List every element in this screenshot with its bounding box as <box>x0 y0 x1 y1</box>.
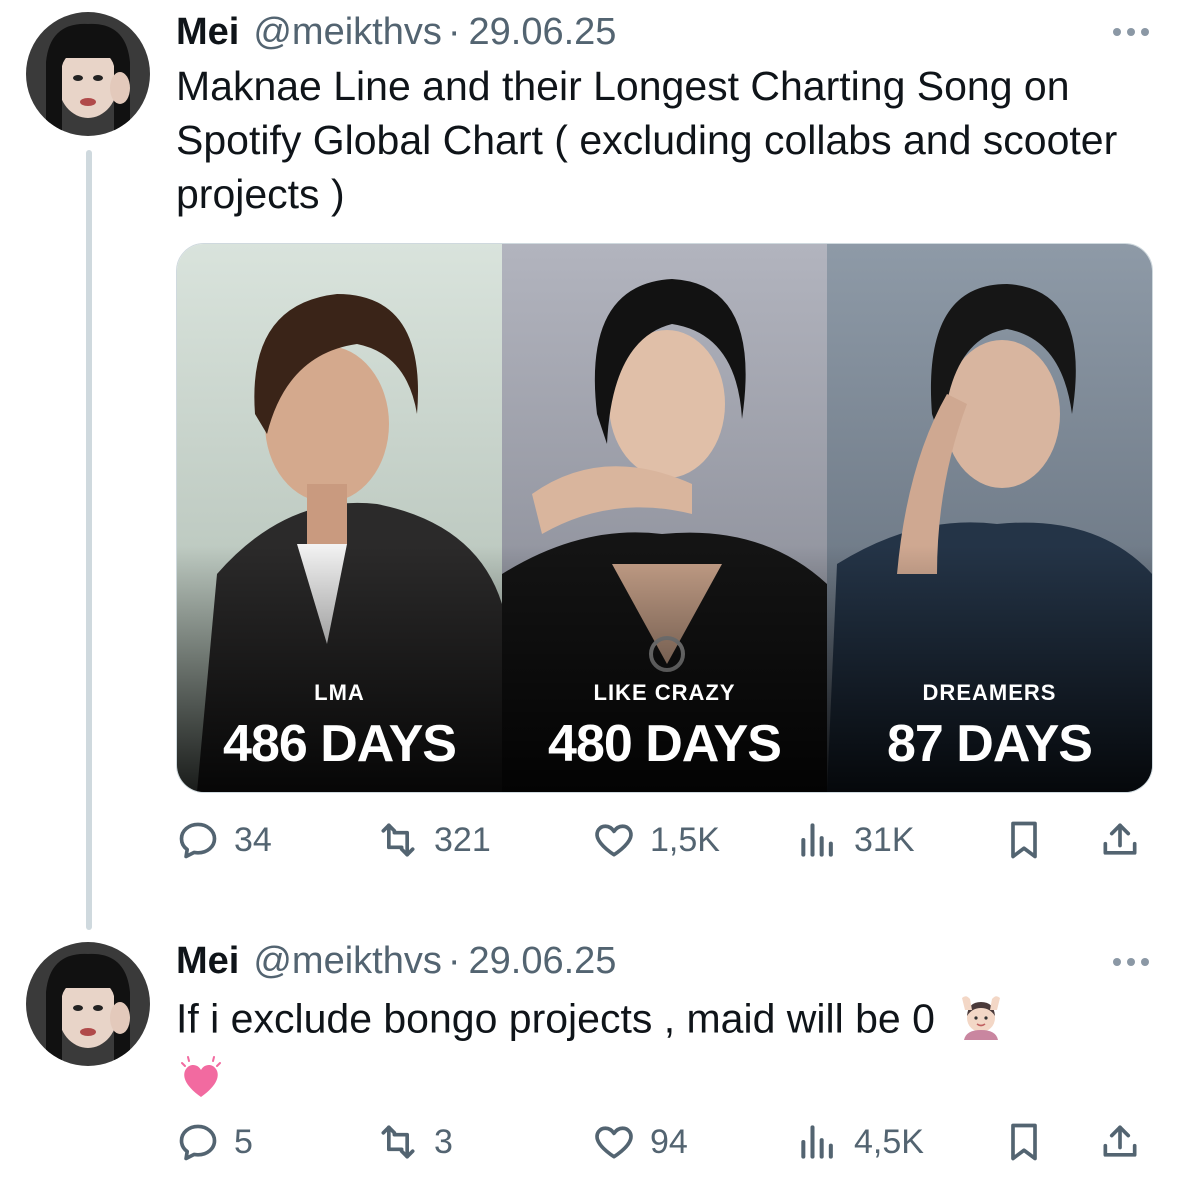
views-button[interactable]: 4,5K <box>796 1112 924 1172</box>
tweet-media-image[interactable]: LMA 486 DAYS LIKE CRAZY 480 DAYS DREAMER… <box>176 243 1153 793</box>
tweet-text-block: If i exclude bongo projects , maid will … <box>176 990 1146 1116</box>
media-panel: LIKE CRAZY 480 DAYS <box>502 244 827 792</box>
separator-dot: · <box>447 10 461 53</box>
repost-icon <box>381 823 415 857</box>
reply-icon <box>179 822 217 859</box>
tweet-date[interactable]: 29.06.25 <box>469 940 617 983</box>
more-dot-icon <box>1113 28 1121 36</box>
repost-count: 321 <box>434 820 491 859</box>
views-count: 4,5K <box>854 1122 924 1161</box>
heart-icon <box>595 824 633 857</box>
reply-button[interactable]: 34 <box>176 810 272 870</box>
bookmark-icon <box>1011 821 1037 859</box>
heart-icon <box>595 1126 633 1159</box>
tweet-header: Mei @meikthvs · 29.06.25 <box>176 7 616 57</box>
share-button[interactable] <box>1098 1112 1142 1172</box>
views-count: 31K <box>854 820 915 859</box>
more-dot-icon <box>1127 958 1135 966</box>
song-title: DREAMERS <box>922 680 1057 705</box>
song-title: LIKE CRAZY <box>593 680 736 705</box>
repost-count: 3 <box>434 1122 453 1161</box>
more-dot-icon <box>1127 28 1135 36</box>
tweet-text: If i exclude bongo projects , maid will … <box>176 995 935 1042</box>
reply-button[interactable]: 5 <box>176 1112 253 1172</box>
more-dot-icon <box>1141 28 1149 36</box>
repost-button[interactable]: 321 <box>376 810 491 870</box>
share-icon <box>1103 823 1137 855</box>
repost-button[interactable]: 3 <box>376 1112 453 1172</box>
author-handle[interactable]: @meikthvs <box>253 11 442 54</box>
media-panel: DREAMERS 87 DAYS <box>827 244 1152 792</box>
separator-dot: · <box>447 939 461 982</box>
views-chart-icon <box>801 823 833 857</box>
reply-icon <box>179 1124 217 1161</box>
thread-connector-line <box>86 150 92 930</box>
more-dot-icon <box>1113 958 1121 966</box>
chart-days: 87 DAYS <box>887 715 1093 773</box>
tweet-date[interactable]: 29.06.25 <box>469 11 617 54</box>
avatar[interactable] <box>26 12 150 136</box>
bookmark-button[interactable] <box>1002 1112 1046 1172</box>
panel-caption: LIKE CRAZY 480 DAYS <box>502 680 827 774</box>
reply-count: 5 <box>234 1122 253 1161</box>
chart-days: 480 DAYS <box>548 715 782 773</box>
tweet-header: Mei @meikthvs · 29.06.25 <box>176 936 616 986</box>
like-count: 94 <box>650 1122 688 1161</box>
like-button[interactable]: 94 <box>592 1112 688 1172</box>
repost-icon <box>381 1125 415 1159</box>
like-button[interactable]: 1,5K <box>592 810 720 870</box>
tweet-text: Maknae Line and their Longest Charting S… <box>176 63 1118 217</box>
more-dot-icon <box>1141 958 1149 966</box>
views-button[interactable]: 31K <box>796 810 915 870</box>
like-count: 1,5K <box>650 820 720 859</box>
panel-caption: DREAMERS 87 DAYS <box>827 680 1152 774</box>
views-chart-icon <box>801 1125 833 1159</box>
author-name[interactable]: Mei <box>176 11 239 54</box>
tweet-actions-bar: 5 3 94 4,5K <box>176 1112 1151 1172</box>
growing-heart-emoji <box>176 1053 226 1116</box>
more-options-button[interactable] <box>1113 17 1149 47</box>
reply-count: 34 <box>234 820 272 859</box>
panel-caption: LMA 486 DAYS <box>177 680 502 774</box>
author-name[interactable]: Mei <box>176 940 239 983</box>
tweet-actions-bar: 34 321 1,5K 31K <box>176 810 1151 870</box>
author-handle[interactable]: @meikthvs <box>253 940 442 983</box>
song-title: LMA <box>314 680 365 705</box>
person-raising-hands-emoji <box>956 990 1006 1053</box>
share-icon <box>1103 1125 1137 1157</box>
chart-days: 486 DAYS <box>223 715 457 773</box>
media-panel: LMA 486 DAYS <box>177 244 502 792</box>
avatar[interactable] <box>26 942 150 1066</box>
more-options-button[interactable] <box>1113 947 1149 977</box>
share-button[interactable] <box>1098 810 1142 870</box>
bookmark-icon <box>1011 1123 1037 1161</box>
bookmark-button[interactable] <box>1002 810 1046 870</box>
